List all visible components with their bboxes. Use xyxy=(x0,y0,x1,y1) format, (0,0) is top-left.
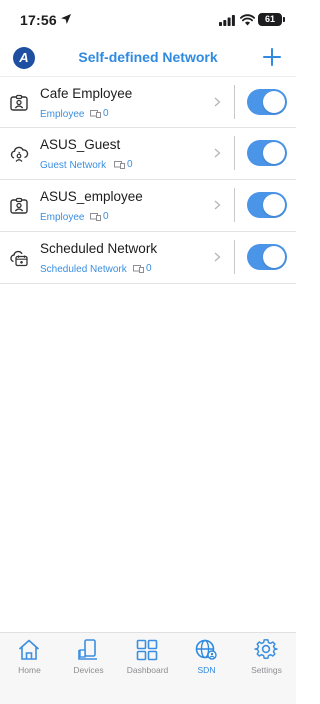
toggle-knob xyxy=(263,246,285,268)
sdn-globe-icon xyxy=(195,639,217,660)
nav-dashboard[interactable]: Dashboard xyxy=(118,633,177,689)
row-divider xyxy=(234,240,235,274)
nav-devices[interactable]: Devices xyxy=(59,633,118,689)
employee-badge-icon xyxy=(10,94,28,111)
devices-icon xyxy=(78,639,97,660)
network-list: Cafe Employee Employee 0 ASUS_Guest Gues… xyxy=(0,76,296,284)
devices-small-icon xyxy=(133,265,144,273)
gear-icon xyxy=(254,639,278,659)
chevron-right-icon xyxy=(214,200,221,210)
bottom-nav: Home Devices Dashboard SDN Settings xyxy=(0,632,296,704)
network-row-asus-guest[interactable]: ASUS_Guest Guest Network 0 xyxy=(0,128,296,180)
nav-label: Settings xyxy=(251,665,282,675)
nav-sdn[interactable]: SDN xyxy=(177,633,236,689)
devices-small-icon xyxy=(114,161,125,169)
row-divider xyxy=(234,188,235,222)
toggle-knob xyxy=(263,142,285,164)
status-bar: 17:56 61 xyxy=(0,0,296,40)
network-name: Cafe Employee xyxy=(40,86,133,101)
device-count: 0 xyxy=(127,159,133,170)
nav-label: Devices xyxy=(73,665,104,675)
wifi-icon xyxy=(240,14,255,26)
header: A Self-defined Network xyxy=(0,40,296,76)
device-count: 0 xyxy=(146,263,152,274)
dashboard-icon xyxy=(136,639,158,661)
device-count: 0 xyxy=(103,211,109,222)
chevron-right-icon xyxy=(214,148,221,158)
network-row-asus-employee[interactable]: ASUS_employee Employee 0 xyxy=(0,180,296,232)
devices-small-icon xyxy=(90,213,101,221)
status-time: 17:56 xyxy=(20,12,57,28)
nav-label: Home xyxy=(18,665,41,675)
network-row-scheduled-network[interactable]: Scheduled Network Scheduled Network 0 xyxy=(0,232,296,284)
devices-small-icon xyxy=(90,110,101,118)
network-name: ASUS_employee xyxy=(40,189,143,204)
toggle-knob xyxy=(263,91,285,113)
row-divider xyxy=(234,136,235,170)
network-toggle[interactable] xyxy=(247,244,287,270)
nav-home[interactable]: Home xyxy=(0,633,59,689)
network-toggle[interactable] xyxy=(247,140,287,166)
battery-indicator: 61 xyxy=(258,13,285,26)
home-icon xyxy=(18,639,40,660)
nav-label: SDN xyxy=(197,665,216,675)
location-arrow-icon xyxy=(61,14,71,24)
network-name: ASUS_Guest xyxy=(40,137,121,152)
guest-cloud-icon xyxy=(10,146,29,162)
cellular-signal-icon xyxy=(219,15,235,26)
network-type: Employee xyxy=(40,109,85,120)
network-toggle[interactable] xyxy=(247,89,287,115)
toggle-knob xyxy=(263,194,285,216)
network-name: Scheduled Network xyxy=(40,241,158,256)
nav-label: Dashboard xyxy=(126,665,169,675)
employee-badge-icon xyxy=(10,197,28,214)
chevron-right-icon xyxy=(214,97,221,107)
network-type: Scheduled Network xyxy=(40,264,127,275)
device-count: 0 xyxy=(103,108,109,119)
scheduled-network-icon xyxy=(10,250,28,267)
nav-settings[interactable]: Settings xyxy=(237,633,296,689)
page-title: Self-defined Network xyxy=(78,49,218,65)
chevron-right-icon xyxy=(214,252,221,262)
network-type: Guest Network xyxy=(40,160,107,171)
network-type: Employee xyxy=(40,212,85,223)
add-network-button[interactable] xyxy=(260,45,284,69)
network-row-cafe-employee[interactable]: Cafe Employee Employee 0 xyxy=(0,76,296,128)
row-divider xyxy=(234,85,235,119)
network-toggle[interactable] xyxy=(247,192,287,218)
